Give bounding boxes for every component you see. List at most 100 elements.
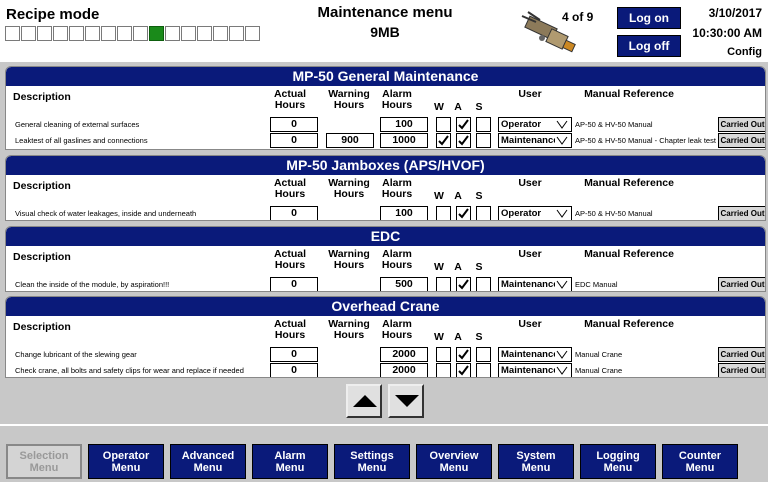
col-manual-reference-header: Manual Reference xyxy=(584,177,674,189)
chevron-down-icon xyxy=(556,280,568,289)
col-w-header: W xyxy=(434,331,444,343)
page-indicator: 4 of 9 xyxy=(562,10,594,24)
recipe-slot xyxy=(229,26,244,41)
stop-checkbox[interactable] xyxy=(476,133,491,148)
alarm-checkbox[interactable] xyxy=(456,206,471,220)
alarm-hours-field[interactable]: 2000 xyxy=(380,363,428,377)
menu-button-system[interactable]: System Menu xyxy=(498,444,574,479)
carried-out-button[interactable]: Carried Out xyxy=(718,277,765,291)
carried-out-button[interactable]: Carried Out xyxy=(718,206,765,220)
recipe-slot xyxy=(53,26,68,41)
stop-checkbox[interactable] xyxy=(476,277,491,291)
alarm-checkbox[interactable] xyxy=(456,277,471,291)
user-select[interactable]: Operator xyxy=(498,206,572,220)
alarm-checkbox[interactable] xyxy=(456,347,471,362)
user-select[interactable]: Maintenance xyxy=(498,363,572,377)
manual-reference: AP-50 & HV-50 Manual xyxy=(575,120,653,129)
recipe-mode-title: Recipe mode xyxy=(6,6,100,23)
user-select[interactable]: Maintenance xyxy=(498,277,572,291)
maintenance-section: Overhead Crane Description Actual Hours Warn… xyxy=(5,296,766,378)
carried-out-button[interactable]: Carried Out xyxy=(718,347,765,362)
col-user-header: User xyxy=(518,177,542,189)
col-manual-reference-header: Manual Reference xyxy=(584,248,674,260)
warning-checkbox[interactable] xyxy=(436,277,451,291)
maintenance-content: MP-50 General Maintenance Description Actu… xyxy=(0,62,768,422)
col-manual-reference-header: Manual Reference xyxy=(584,318,674,330)
actual-hours-field: 0 xyxy=(270,277,318,291)
chevron-down-icon xyxy=(556,350,568,359)
task-description: General cleaning of external surfaces xyxy=(15,120,140,129)
user-select[interactable]: Maintenance xyxy=(498,347,572,362)
stop-checkbox[interactable] xyxy=(476,117,491,132)
col-user-header: User xyxy=(518,318,542,330)
col-warning-hours-header: Warning Hours xyxy=(328,88,370,111)
recipe-slot xyxy=(21,26,36,41)
table-row: Change lubricant of the slewing gear 0 200… xyxy=(6,347,765,363)
alarm-hours-field[interactable]: 100 xyxy=(380,117,428,132)
col-user-header: User xyxy=(518,248,542,260)
user-select-value: Maintenance xyxy=(501,365,555,376)
alarm-checkbox[interactable] xyxy=(456,363,471,377)
chevron-down-icon xyxy=(556,120,568,129)
menu-button-counter[interactable]: Counter Menu xyxy=(662,444,738,479)
alarm-hours-field[interactable]: 100 xyxy=(380,206,428,220)
scroll-up-button[interactable] xyxy=(346,384,382,418)
alarm-checkbox[interactable] xyxy=(456,117,471,132)
recipe-slot xyxy=(149,26,164,41)
stop-checkbox[interactable] xyxy=(476,347,491,362)
col-alarm-hours-header: Alarm Hours xyxy=(381,318,413,341)
menu-button-selection: Selection Menu xyxy=(6,444,82,479)
warning-checkbox[interactable] xyxy=(436,347,451,362)
checkmark-icon xyxy=(458,208,469,219)
carried-out-button[interactable]: Carried Out xyxy=(718,363,765,377)
menu-button-advanced[interactable]: Advanced Menu xyxy=(170,444,246,479)
col-a-header: A xyxy=(454,261,462,273)
table-row: Leaktest of all gaslines and connections… xyxy=(6,133,765,149)
menu-button-logging[interactable]: Logging Menu xyxy=(580,444,656,479)
warning-checkbox[interactable] xyxy=(436,117,451,132)
alarm-hours-field[interactable]: 2000 xyxy=(380,347,428,362)
menu-button-overview[interactable]: Overview Menu xyxy=(416,444,492,479)
recipe-slot xyxy=(101,26,116,41)
recipe-slot xyxy=(117,26,132,41)
menu-button-operator[interactable]: Operator Menu xyxy=(88,444,164,479)
menu-button-alarm[interactable]: Alarm Menu xyxy=(252,444,328,479)
col-actual-hours-header: Actual Hours xyxy=(273,248,307,271)
stop-checkbox[interactable] xyxy=(476,363,491,377)
warning-checkbox[interactable] xyxy=(436,363,451,377)
col-description-header: Description xyxy=(13,180,71,192)
table-row: General cleaning of external surfaces 0 10… xyxy=(6,117,765,133)
user-select-value: Maintenance xyxy=(501,279,555,290)
recipe-slot-indicator xyxy=(5,26,261,41)
warning-checkbox[interactable] xyxy=(436,133,451,148)
alarm-hours-field[interactable]: 1000 xyxy=(380,133,428,148)
section-title: MP-50 Jamboxes (APS/HVOF) xyxy=(6,156,765,175)
user-select-value: Maintenance xyxy=(501,349,555,360)
manual-reference: Manual Crane xyxy=(575,350,623,359)
menu-bar: Selection Menu Operator Menu Advanced Menu Ala… xyxy=(0,424,768,482)
col-warning-hours-header: Warning Hours xyxy=(328,177,370,200)
alarm-checkbox[interactable] xyxy=(456,133,471,148)
carried-out-button[interactable]: Carried Out xyxy=(718,133,765,148)
col-a-header: A xyxy=(454,331,462,343)
user-select[interactable]: Operator xyxy=(498,117,572,132)
config-link[interactable]: Config xyxy=(727,46,762,58)
recipe-slot xyxy=(245,26,260,41)
col-description-header: Description xyxy=(13,321,71,333)
warning-checkbox[interactable] xyxy=(436,206,451,220)
carried-out-button[interactable]: Carried Out xyxy=(718,117,765,132)
stop-checkbox[interactable] xyxy=(476,206,491,220)
maintenance-section: EDC Description Actual Hours Warning Hours Ala… xyxy=(5,226,766,292)
recipe-slot xyxy=(165,26,180,41)
actual-hours-field: 0 xyxy=(270,206,318,220)
log-on-button[interactable]: Log on xyxy=(617,7,681,29)
warning-hours-field[interactable]: 900 xyxy=(326,133,374,148)
log-off-button[interactable]: Log off xyxy=(617,35,681,57)
user-select[interactable]: Maintenance xyxy=(498,133,572,148)
col-s-header: S xyxy=(475,101,483,113)
alarm-hours-field[interactable]: 500 xyxy=(380,277,428,291)
scroll-down-button[interactable] xyxy=(388,384,424,418)
task-description: Leaktest of all gaslines and connections xyxy=(15,136,148,145)
header-bar: Recipe mode Maintenance menu 9MB 4 of 9 … xyxy=(0,0,768,62)
menu-button-settings[interactable]: Settings Menu xyxy=(334,444,410,479)
